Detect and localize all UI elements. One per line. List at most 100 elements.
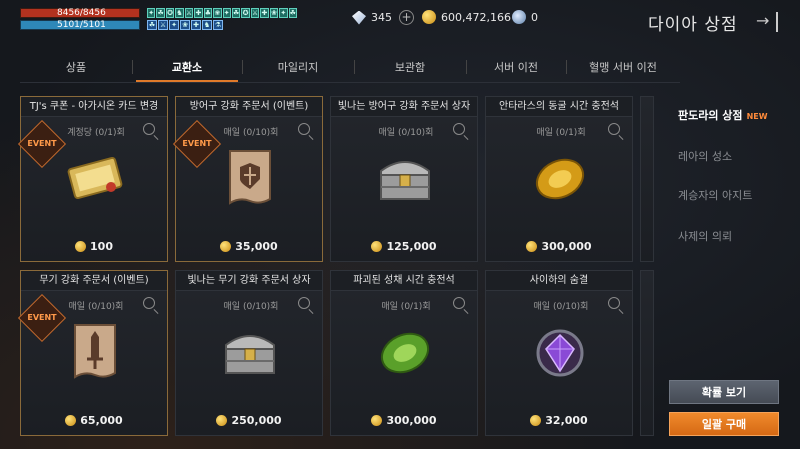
buff-icon[interactable]: ⚔ <box>158 20 168 30</box>
buff-icon[interactable]: ✦ <box>147 8 156 18</box>
buff-icon[interactable]: ☘ <box>231 8 241 18</box>
item-title: 파괴된 성채 시간 충전석 <box>331 271 477 291</box>
tab-server-transfer[interactable]: 서버 이전 <box>466 52 566 82</box>
zoom-icon[interactable] <box>453 123 465 135</box>
armor-scroll-icon <box>229 150 271 205</box>
tab-exchange[interactable]: 교환소 <box>132 52 242 82</box>
side-menu-rhea-sanctuary[interactable]: 레아의 성소 <box>678 148 732 164</box>
exit-icon[interactable]: → <box>756 12 778 32</box>
purchase-limit: 매일 (0/10)회 <box>223 302 279 312</box>
side-menu-pandora-shop[interactable]: 판도라의 상점 NEW <box>678 107 768 123</box>
item-card[interactable]: 사이하의 숨결 매일 (0/10)회 32,000 <box>485 270 633 436</box>
event-label: EVENT <box>182 139 212 148</box>
tab-label: 마일리지 <box>277 61 319 74</box>
item-card[interactable]: TJ's 쿠폰 - 아가시온 카드 변경 계정당 (0/1)회 EVENT 10… <box>17 96 168 262</box>
buff-icon[interactable]: ✚ <box>194 8 203 18</box>
buff-icon[interactable]: ✦ <box>279 8 288 18</box>
crystal-currency: 0 <box>512 10 538 24</box>
item-price: 250,000 <box>176 414 322 427</box>
item-card[interactable]: 빛나는 방어구 강화 주문서 상자 매일 (0/10)회 125,000 <box>330 96 478 262</box>
item-card[interactable]: 파괴된 성채 시간 충전석 매일 (0/1)회 300,000 <box>330 270 478 436</box>
side-menu-successor-hideout[interactable]: 계승자의 아지트 <box>678 187 752 203</box>
tab-label: 혈맹 서버 이전 <box>589 61 657 74</box>
tab-mileage[interactable]: 마일리지 <box>242 52 354 82</box>
zoom-icon[interactable] <box>143 123 155 135</box>
item-price: 100 <box>21 240 167 253</box>
gold-coin-icon <box>422 10 436 24</box>
tab-divider <box>20 82 680 83</box>
buff-icon[interactable]: ❀ <box>213 8 222 18</box>
gold-coin-icon <box>65 415 77 426</box>
buff-icon[interactable]: ✦ <box>222 8 231 18</box>
price-value: 100 <box>90 240 113 253</box>
event-label: EVENT <box>27 313 57 322</box>
buff-icon[interactable]: ☘ <box>156 8 165 18</box>
zoom-icon[interactable] <box>608 123 620 135</box>
top-bar: 8456/8456 5101/5101 ✦ ☘ ✪ ♞ ⚔ ✚ ♣ ❀ ✦ ☘ ✪ ⚔ ✚ ❀ ✦ ☘ ☘ ⚔ ✦… <box>0 0 800 48</box>
buff-icon[interactable]: ✦ <box>169 20 179 30</box>
mp-value: 5101/5101 <box>57 20 106 30</box>
item-price: 65,000 <box>21 414 167 427</box>
item-card[interactable]: 안타라스의 동굴 시간 충전석 매일 (0/1)회 300,000 <box>485 96 633 262</box>
gold-coin-icon <box>220 241 232 252</box>
buff-icon[interactable]: ⚔ <box>250 8 260 18</box>
gold-coin-icon <box>75 241 87 252</box>
coupon-icon <box>67 156 123 200</box>
gold-coin-icon <box>371 241 383 252</box>
buff-icon[interactable]: ✚ <box>191 20 201 30</box>
buff-icon[interactable]: ♞ <box>175 8 184 18</box>
tab-label: 상품 <box>65 61 87 74</box>
hp-bar: 8456/8456 <box>20 8 140 18</box>
side-menu-label: 계승자의 아지트 <box>678 189 753 202</box>
buff-icon[interactable]: ☘ <box>288 8 297 18</box>
gold-stone-icon <box>535 158 585 200</box>
tab-products[interactable]: 상품 <box>20 52 132 82</box>
item-title: 방어구 강화 주문서 (이벤트) <box>176 97 322 117</box>
zoom-icon[interactable] <box>608 297 620 309</box>
zoom-icon[interactable] <box>453 297 465 309</box>
buff-icon[interactable]: ⚔ <box>184 8 194 18</box>
buff-icon[interactable]: ❀ <box>180 20 190 30</box>
weapon-scroll-icon <box>74 324 116 379</box>
purchase-limit: 매일 (0/10)회 <box>533 302 589 312</box>
zoom-icon[interactable] <box>298 123 310 135</box>
price-value: 300,000 <box>541 240 592 253</box>
tab-label: 보관함 <box>394 61 426 74</box>
price-value: 32,000 <box>545 414 588 427</box>
item-card[interactable]: 빛나는 무기 강화 주문서 상자 매일 (0/10)회 250,000 <box>175 270 323 436</box>
chest-icon <box>380 161 430 200</box>
new-badge: NEW <box>746 112 768 121</box>
item-card[interactable]: 방어구 강화 주문서 (이벤트) 매일 (0/10)회 EVENT 35,000 <box>172 96 323 262</box>
buff-icon[interactable]: ♞ <box>202 20 212 30</box>
buff-row: ✦ ☘ ✪ ♞ ⚔ ✚ ♣ ❀ ✦ ☘ ✪ ⚔ ✚ ❀ ✦ ☘ <box>147 8 297 18</box>
zoom-icon[interactable] <box>298 297 310 309</box>
tab-storage[interactable]: 보관함 <box>354 52 466 82</box>
buff-icon[interactable]: ☘ <box>147 20 157 30</box>
chest-icon <box>225 335 275 374</box>
gold-coin-icon <box>216 415 228 426</box>
buff-icon[interactable]: ✪ <box>165 8 175 18</box>
zoom-icon[interactable] <box>143 297 155 309</box>
buff-icon[interactable]: ✪ <box>241 8 250 18</box>
buff-icon[interactable]: ⚗ <box>213 20 223 30</box>
bulk-buy-button[interactable]: 일괄 구매 <box>669 412 779 436</box>
diamond-amount: 345 <box>371 11 392 24</box>
item-title: TJ's 쿠폰 - 아가시온 카드 변경 <box>21 97 167 117</box>
side-menu-label: 사제의 의뢰 <box>678 230 733 243</box>
tab-clan-server-transfer[interactable]: 혈맹 서버 이전 <box>566 52 680 82</box>
item-card-partial <box>640 96 654 262</box>
side-menu-priest-request[interactable]: 사제의 의뢰 <box>678 228 732 244</box>
buff-icon[interactable]: ✚ <box>260 8 269 18</box>
side-menu-label: 판도라의 상점 <box>678 109 743 122</box>
buff-icon[interactable]: ❀ <box>269 8 279 18</box>
item-title: 빛나는 방어구 강화 주문서 상자 <box>331 97 477 117</box>
view-probability-button[interactable]: 확률 보기 <box>669 380 779 404</box>
tab-bar: 상품 교환소 마일리지 보관함 서버 이전 혈맹 서버 이전 <box>20 52 680 82</box>
side-menu-label: 레아의 성소 <box>678 150 733 163</box>
item-card[interactable]: 무기 강화 주문서 (이벤트) 매일 (0/10)회 EVENT 65,000 <box>17 270 168 436</box>
purple-gem-icon <box>536 329 584 377</box>
buff-icon[interactable]: ♣ <box>203 8 213 18</box>
add-diamond-button[interactable]: + <box>399 10 414 25</box>
item-title: 사이하의 숨결 <box>486 271 632 291</box>
item-price: 35,000 <box>176 240 322 253</box>
